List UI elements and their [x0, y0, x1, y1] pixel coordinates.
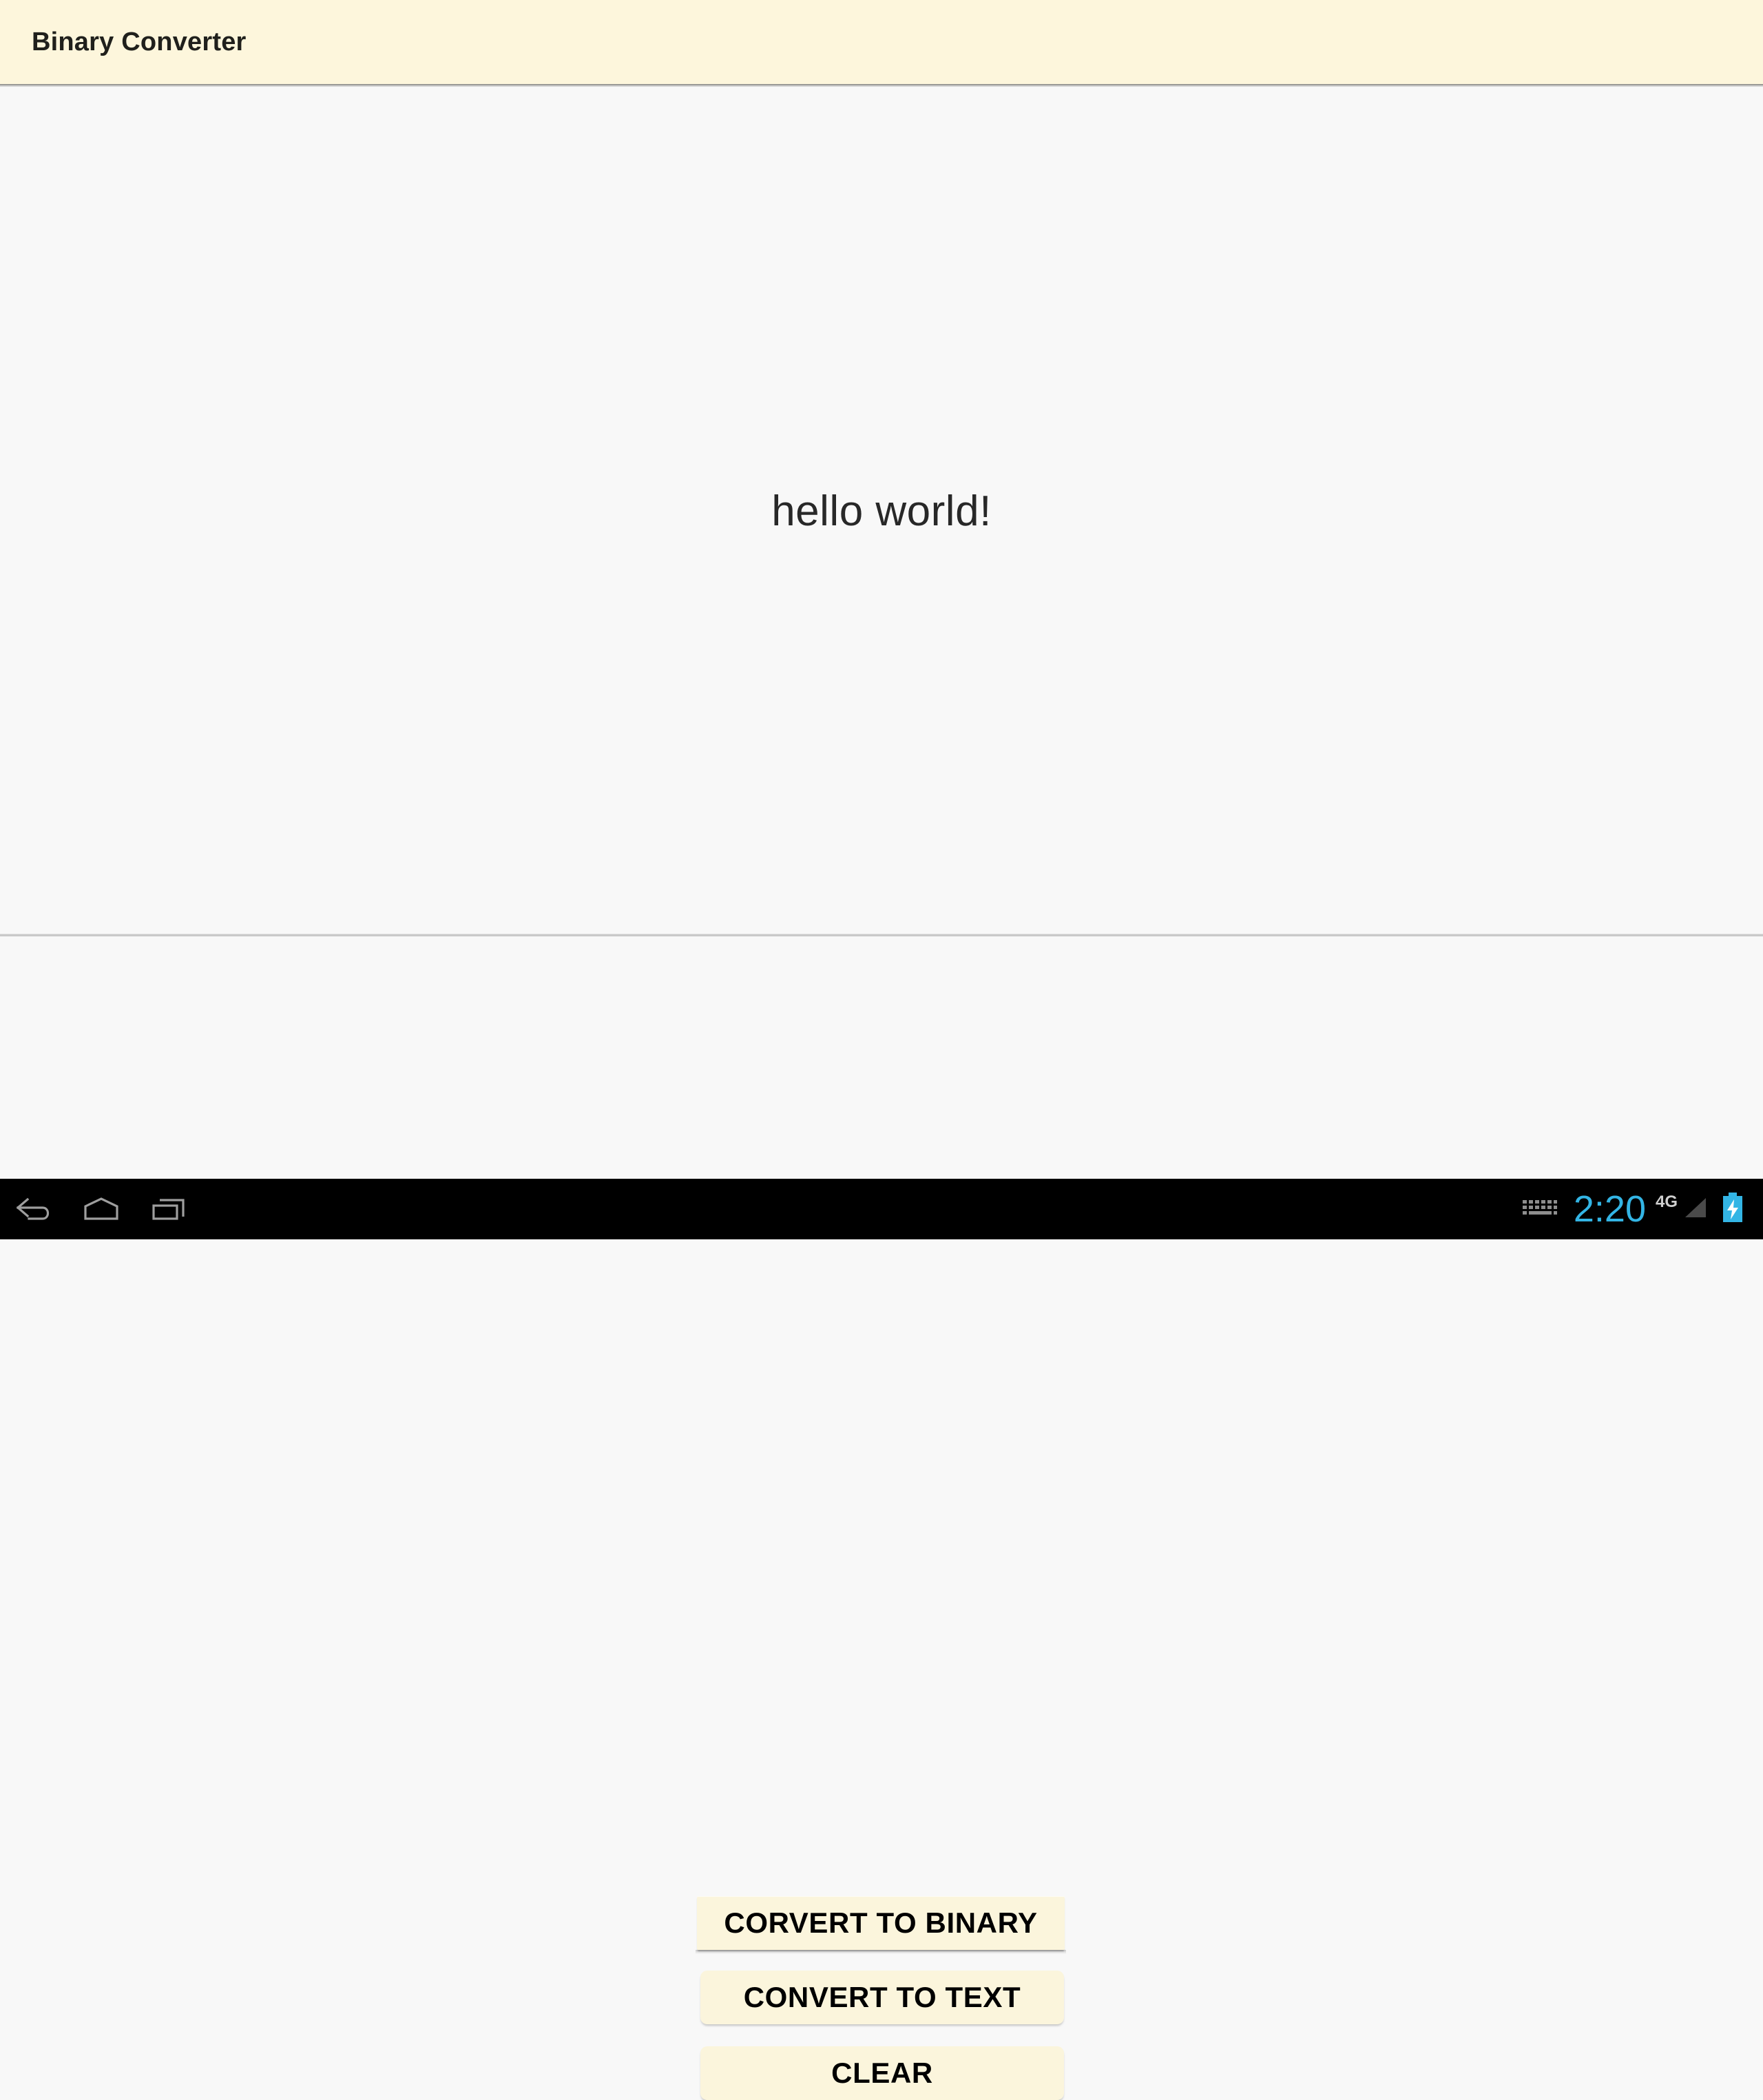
page-title: Binary Converter: [32, 27, 247, 56]
battery-indicator: [1715, 1179, 1751, 1239]
signal-triangle-icon: [1680, 1193, 1710, 1226]
action-bar: Binary Converter: [0, 0, 1763, 85]
navigation-buttons-group: [0, 1179, 202, 1239]
main-content: hello world!: [0, 87, 1763, 935]
status-clock: 2:20: [1573, 1188, 1646, 1230]
convert-to-binary-button[interactable]: CORVERT TO BINARY: [696, 1896, 1066, 1954]
app-root: Binary Converter hello world! CORVERT TO…: [0, 0, 1763, 2100]
clear-button[interactable]: CLEAR: [700, 2046, 1064, 2100]
system-navigation-bar: 2:20 4G: [0, 1179, 1763, 1239]
conversion-output-text: hello world!: [771, 487, 992, 535]
status-icons-group: 2:20 4G: [1513, 1179, 1751, 1239]
recents-icon: [147, 1194, 190, 1224]
back-button[interactable]: [0, 1179, 67, 1239]
content-divider: [0, 934, 1763, 936]
action-button-stack: CORVERT TO BINARY CONVERT TO TEXT CLEAR: [0, 938, 1763, 2100]
keyboard-icon: [1520, 1194, 1560, 1225]
home-button[interactable]: [67, 1179, 135, 1239]
battery-charging-icon: [1719, 1190, 1746, 1228]
network-type-label: 4G: [1655, 1193, 1678, 1211]
convert-to-text-button[interactable]: CONVERT TO TEXT: [700, 1971, 1064, 2024]
recent-apps-button[interactable]: [135, 1179, 202, 1239]
signal-strength-indicator: [1679, 1179, 1711, 1239]
keyboard-indicator[interactable]: [1513, 1179, 1567, 1239]
home-icon: [80, 1194, 123, 1224]
back-icon: [12, 1194, 55, 1224]
